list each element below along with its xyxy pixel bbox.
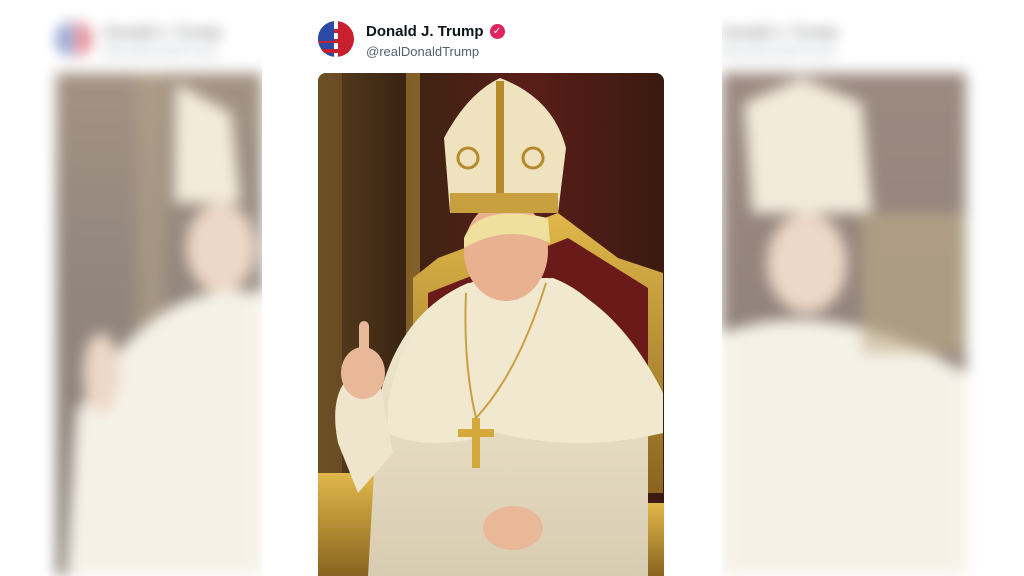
author-name: Donald J. Trump — [722, 24, 838, 41]
author-handle[interactable]: @realDonaldTrump — [366, 44, 479, 59]
author-name: Donald J. Trump — [104, 24, 222, 41]
avatar[interactable] — [318, 21, 354, 57]
avatar — [56, 21, 92, 57]
author-name[interactable]: Donald J. Trump — [366, 23, 484, 40]
verified-badge-icon: ✓ — [489, 24, 505, 39]
author-handle: @realDonaldTrump — [722, 44, 836, 59]
post-image[interactable] — [318, 73, 664, 576]
pope-portrait-image — [318, 73, 664, 576]
author-handle: @realDonaldTrump — [104, 44, 218, 59]
blurred-image — [56, 73, 262, 576]
blurred-image — [722, 73, 966, 576]
post-card[interactable]: Donald J. Trump ✓ @realDonaldTrump — [262, 0, 722, 576]
blurred-right-post: Donald J. Trump @realDonaldTrump — [722, 0, 1024, 576]
author-row: Donald J. Trump ✓ — [366, 23, 505, 40]
blurred-left-post: Donald J. Trump @realDonaldTrump — [0, 0, 262, 576]
